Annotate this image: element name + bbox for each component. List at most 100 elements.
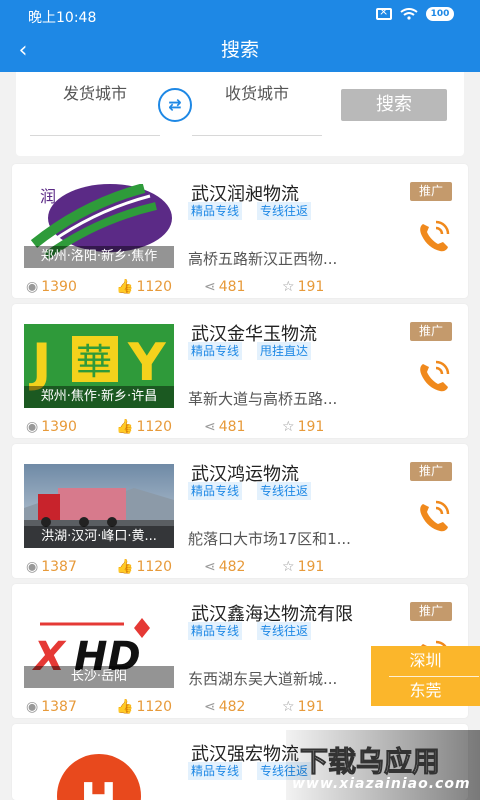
views-count: 1390	[41, 419, 77, 435]
logo-graphic: H	[24, 744, 174, 800]
tag-badge: 精品专线	[188, 622, 243, 640]
views-count: 1387	[41, 559, 77, 575]
battery-icon: 100	[426, 7, 454, 21]
star-icon: ☆	[282, 419, 295, 435]
likes-count: 1120	[136, 279, 173, 295]
shares-count: 482	[218, 559, 246, 575]
address-text: 革新大道与高桥五路...	[188, 390, 338, 408]
company-photo: 洪湖·汉河·峰口·黄...	[24, 464, 174, 548]
favorites-stat[interactable]: ☆ 191	[282, 697, 324, 717]
company-logo: H	[24, 744, 174, 800]
favorites-count: 191	[297, 279, 325, 295]
svg-text:H: H	[80, 774, 117, 800]
likes-stat[interactable]: 👍 1120	[116, 417, 172, 437]
city-dongguan[interactable]: 东莞	[371, 676, 480, 706]
likes-stat[interactable]: 👍 1120	[116, 697, 172, 717]
views-stat: ◉ 1387	[26, 697, 77, 717]
tag-badge: 专线往返	[257, 482, 312, 500]
promo-badge: 推广	[410, 462, 452, 481]
views-stat: ◉ 1390	[26, 417, 77, 437]
phone-icon[interactable]	[414, 496, 454, 536]
route-caption: 长沙·岳阳	[24, 666, 174, 688]
views-stat: ◉ 1390	[26, 277, 77, 297]
from-city-field[interactable]: 发货城市	[30, 76, 160, 136]
svg-text:Y: Y	[127, 333, 167, 393]
thumbs-up-icon: 👍	[116, 279, 134, 295]
likes-stat[interactable]: 👍 1120	[116, 277, 172, 297]
route-caption: 郑州·洛阳·新乡·焦作	[24, 246, 174, 268]
views-count: 1387	[41, 699, 77, 715]
shares-stat[interactable]: ⋖ 481	[204, 417, 245, 437]
shares-stat[interactable]: ⋖ 482	[204, 557, 245, 577]
favorites-stat[interactable]: ☆ 191	[282, 557, 324, 577]
from-city-placeholder: 发货城市	[62, 84, 127, 103]
views-stat: ◉ 1387	[26, 557, 77, 577]
svg-text:润: 润	[40, 187, 56, 206]
thumbs-up-icon: 👍	[116, 699, 134, 715]
status-icons: 100	[376, 5, 454, 21]
status-time: 晚上10:48	[28, 10, 97, 26]
likes-stat[interactable]: 👍 1120	[116, 557, 172, 577]
no-sim-icon	[376, 5, 392, 20]
eye-icon: ◉	[26, 699, 39, 715]
svg-text:J: J	[29, 333, 51, 393]
tag-badge: 精品专线	[188, 762, 243, 780]
eye-icon: ◉	[26, 559, 39, 575]
logistics-card[interactable]: 洪湖·汉河·峰口·黄... 武汉鸿运物流 精品专线 专线往返 推广 舵落口大市场…	[12, 444, 468, 578]
phone-icon[interactable]	[414, 356, 454, 396]
star-icon: ☆	[282, 699, 295, 715]
to-city-field[interactable]: 收货城市	[192, 76, 322, 136]
svg-text:華: 華	[76, 342, 112, 383]
city-float-panel: 深圳 东莞	[371, 646, 480, 706]
shares-count: 481	[218, 419, 246, 435]
to-city-placeholder: 收货城市	[224, 84, 289, 103]
views-count: 1390	[41, 279, 77, 295]
share-icon: ⋖	[204, 279, 216, 295]
favorites-stat[interactable]: ☆ 191	[282, 277, 324, 297]
company-logo: J 華 Y 郑州·焦作·新乡·许昌	[24, 324, 174, 408]
star-icon: ☆	[282, 279, 295, 295]
favorites-count: 191	[297, 419, 325, 435]
logistics-card[interactable]: J 華 Y 郑州·焦作·新乡·许昌 武汉金华玉物流 精品专线 甩挂直达 推广 革…	[12, 304, 468, 438]
star-icon: ☆	[282, 559, 295, 575]
company-logo: 润 郑州·洛阳·新乡·焦作	[24, 184, 174, 268]
tag-badge: 专线往返	[257, 202, 312, 220]
likes-count: 1120	[136, 559, 173, 575]
address-text: 高桥五路新汉正西物...	[188, 250, 338, 268]
nav-bar: ‹ 搜索	[0, 30, 480, 72]
promo-badge: 推广	[410, 322, 452, 341]
favorites-count: 191	[297, 699, 325, 715]
route-search-panel: 发货城市 ⇄ 收货城市 搜索	[16, 72, 464, 156]
promo-badge: 推广	[410, 602, 452, 621]
likes-count: 1120	[136, 419, 173, 435]
divider	[389, 676, 479, 677]
company-logo: X HD 长沙·岳阳	[24, 604, 174, 688]
eye-icon: ◉	[26, 279, 39, 295]
status-bar: 晚上10:48 100	[0, 0, 480, 30]
city-shenzhen[interactable]: 深圳	[371, 646, 480, 676]
tag-badge: 精品专线	[188, 342, 243, 360]
tag-badge: 甩挂直达	[257, 342, 312, 360]
phone-icon[interactable]	[414, 216, 454, 256]
thumbs-up-icon: 👍	[116, 559, 134, 575]
swap-cities-icon[interactable]: ⇄	[158, 88, 192, 122]
shares-stat[interactable]: ⋖ 482	[204, 697, 245, 717]
eye-icon: ◉	[26, 419, 39, 435]
shares-count: 481	[218, 279, 246, 295]
route-caption: 郑州·焦作·新乡·许昌	[24, 386, 174, 408]
page-title: 搜索	[220, 39, 259, 61]
share-icon: ⋖	[204, 559, 216, 575]
shares-count: 482	[218, 699, 246, 715]
route-caption: 洪湖·汉河·峰口·黄...	[24, 526, 174, 548]
address-text: 东西湖东吴大道新城...	[188, 670, 338, 688]
search-button[interactable]: 搜索	[341, 89, 447, 121]
logistics-card[interactable]: 润 郑州·洛阳·新乡·焦作 武汉润昶物流 精品专线 专线往返 推广 高桥五路新汉…	[12, 164, 468, 298]
site-watermark: 下载乌应用 www.xiazainiao.com	[286, 730, 480, 800]
watermark-url: www.xiazainiao.com	[292, 776, 471, 792]
favorites-stat[interactable]: ☆ 191	[282, 417, 324, 437]
share-icon: ⋖	[204, 699, 216, 715]
promo-badge: 推广	[410, 182, 452, 201]
watermark-text: 下载乌应用	[299, 745, 441, 779]
shares-stat[interactable]: ⋖ 481	[204, 277, 245, 297]
wifi-icon	[400, 8, 418, 20]
